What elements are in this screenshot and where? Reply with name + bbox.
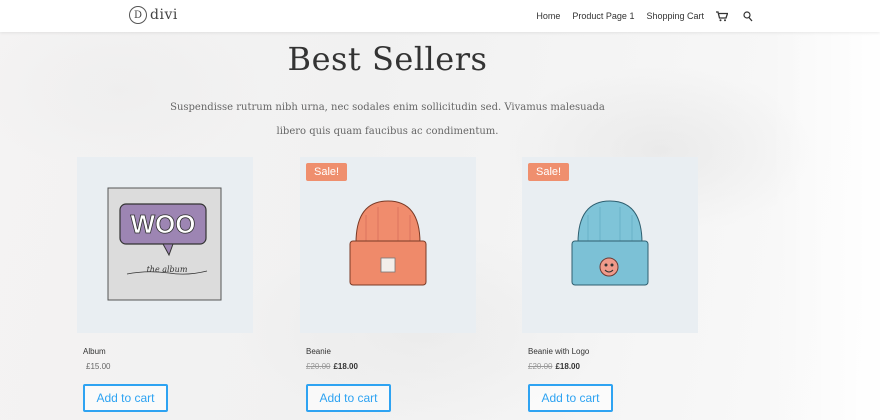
add-to-cart-button[interactable]: Add to cart: [306, 384, 391, 412]
product-price: £20.00 £18.00: [528, 362, 580, 371]
product-name[interactable]: Beanie: [306, 347, 331, 356]
product-image[interactable]: WOO the album: [77, 157, 253, 333]
svg-text:WOO: WOO: [131, 209, 196, 239]
svg-text:the album: the album: [147, 265, 188, 274]
description-line-1: Suspendisse rutrum nibh urna, nec sodale…: [170, 102, 605, 113]
product-name[interactable]: Album: [83, 347, 106, 356]
product-card-beanie-with-logo: Sale! Beanie with Logo £20.00 £18.00 Add …: [522, 157, 698, 412]
background-fade: [770, 0, 880, 420]
sale-badge: Sale!: [306, 163, 348, 181]
nav-product-page-1[interactable]: Product Page 1: [572, 11, 634, 21]
product-card-album: WOO the album Album £15.00 Add to cart: [77, 157, 253, 412]
logo-mark: D: [129, 6, 147, 24]
add-to-cart-button[interactable]: Add to cart: [83, 384, 168, 412]
woo-album-image: WOO the album: [107, 187, 222, 301]
logo-text: divi: [150, 7, 178, 23]
current-price: £15.00: [86, 362, 111, 371]
current-price: £18.00: [333, 362, 358, 371]
product-card-beanie: Sale! Beanie £20.00 £18.00 Add to cart: [300, 157, 476, 412]
product-image[interactable]: Sale!: [300, 157, 476, 333]
old-price: £20.00: [528, 362, 553, 371]
blue-beanie-logo-image: [571, 200, 649, 286]
main-nav: Home Product Page 1 Shopping Cart: [536, 0, 753, 32]
search-icon[interactable]: [743, 10, 753, 22]
cart-icon[interactable]: [716, 10, 728, 22]
product-image[interactable]: Sale!: [522, 157, 698, 333]
nav-shopping-cart[interactable]: Shopping Cart: [646, 11, 704, 21]
section-description: Suspendisse rutrum nibh urna, nec sodale…: [0, 96, 775, 144]
current-price: £18.00: [555, 362, 580, 371]
product-name[interactable]: Beanie with Logo: [528, 347, 589, 356]
description-line-2: libero quis quam faucibus ac condimentum…: [276, 126, 499, 137]
product-price: £20.00 £18.00: [306, 362, 358, 371]
sale-badge: Sale!: [528, 163, 570, 181]
product-price: £15.00: [83, 362, 110, 371]
add-to-cart-button[interactable]: Add to cart: [528, 384, 613, 412]
site-logo[interactable]: D divi: [129, 6, 178, 24]
site-header: D divi Home Product Page 1 Shopping Cart: [0, 0, 880, 32]
nav-home[interactable]: Home: [536, 11, 560, 21]
old-price: £20.00: [306, 362, 331, 371]
orange-beanie-image: [349, 200, 427, 286]
section-title: Best Sellers: [287, 40, 488, 78]
